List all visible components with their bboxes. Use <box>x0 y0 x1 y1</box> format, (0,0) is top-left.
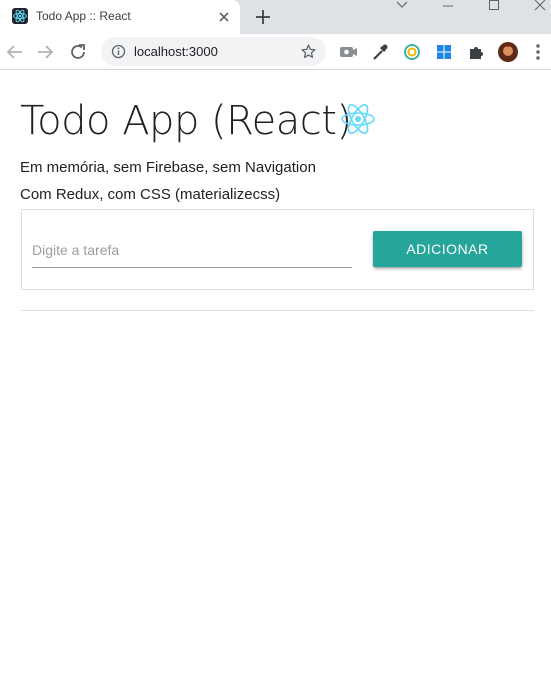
tab-strip: Todo App :: React <box>0 0 551 34</box>
forward-icon[interactable] <box>33 40 57 64</box>
page-content: Todo App (React) Em memória, sem Firebas… <box>0 71 551 690</box>
tab-title: Todo App :: React <box>36 9 131 23</box>
tab-search-icon[interactable] <box>379 0 425 30</box>
menu-icon[interactable] <box>527 41 549 63</box>
todo-form: ADICIONAR <box>21 209 534 290</box>
swirl-extension-icon[interactable] <box>401 41 423 63</box>
react-favicon-icon <box>12 8 28 24</box>
windows-extension-icon[interactable] <box>433 41 455 63</box>
back-icon[interactable] <box>3 40 27 64</box>
active-tab[interactable]: Todo App :: React <box>0 0 240 34</box>
avatar[interactable] <box>497 41 519 63</box>
address-bar[interactable]: localhost:3000 <box>101 37 326 66</box>
url-text[interactable]: localhost:3000 <box>134 44 218 59</box>
add-task-button[interactable]: ADICIONAR <box>373 231 522 267</box>
close-window-icon[interactable] <box>517 0 551 30</box>
info-icon[interactable] <box>111 44 126 59</box>
minimize-icon[interactable] <box>425 0 471 30</box>
subtitle-memory: Em memória, sem Firebase, sem Navigation <box>20 159 316 176</box>
browser-toolbar: localhost:3000 <box>0 34 551 70</box>
screen-capture-extension-icon[interactable] <box>337 41 359 63</box>
close-tab-icon[interactable] <box>214 7 234 27</box>
maximize-icon[interactable] <box>471 0 517 30</box>
divider <box>21 310 534 311</box>
puzzle-icon[interactable] <box>465 41 487 63</box>
page-title: Todo App (React) <box>20 98 352 144</box>
react-logo-icon <box>340 101 376 137</box>
subtitle-redux: Com Redux, com CSS (materializecss) <box>20 186 281 203</box>
eyedropper-extension-icon[interactable] <box>369 41 391 63</box>
task-input[interactable] <box>32 232 352 268</box>
reload-icon[interactable] <box>66 40 90 64</box>
bookmark-star-icon[interactable] <box>300 43 317 60</box>
new-tab-icon[interactable] <box>251 5 275 29</box>
